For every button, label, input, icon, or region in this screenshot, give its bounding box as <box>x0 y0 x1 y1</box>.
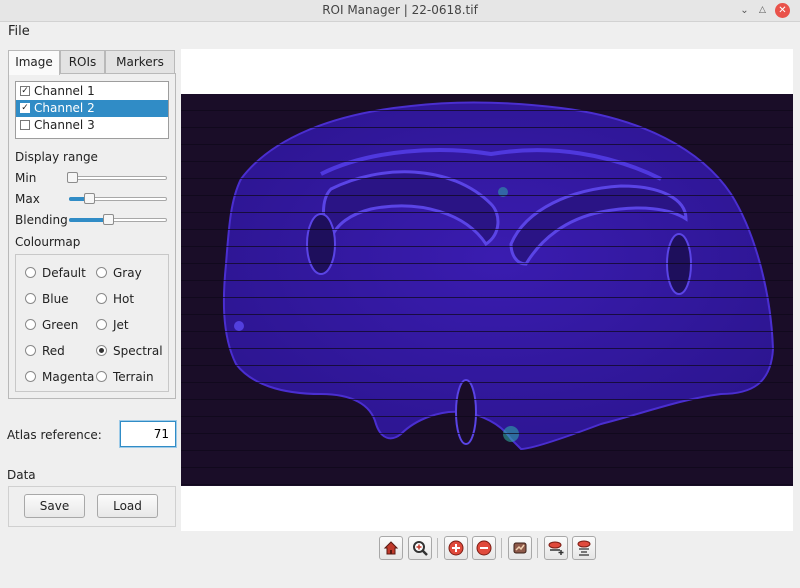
tab-markers[interactable]: Markers <box>105 50 175 74</box>
radio-label: Gray <box>113 266 142 280</box>
brain-section-svg <box>181 94 793 486</box>
tab-rois[interactable]: ROIs <box>60 50 105 74</box>
menu-file[interactable]: File <box>8 24 30 39</box>
radio-label: Magenta <box>42 370 95 384</box>
max-label: Max <box>15 192 40 206</box>
save-button[interactable]: Save <box>24 494 85 518</box>
channel-item-2[interactable]: ✓ Channel 2 <box>16 100 168 117</box>
zoom-in-button[interactable] <box>444 536 468 560</box>
radio-label: Default <box>42 266 86 280</box>
radio-label: Jet <box>113 318 129 332</box>
radio-dot <box>25 267 36 278</box>
radio-label: Blue <box>42 292 69 306</box>
radio-label: Green <box>42 318 79 332</box>
min-label: Min <box>15 171 37 185</box>
image-canvas[interactable] <box>181 49 793 531</box>
radio-label: Hot <box>113 292 135 306</box>
atlas-reference-label: Atlas reference: <box>7 428 102 442</box>
data-heading: Data <box>7 468 36 482</box>
home-button[interactable] <box>379 536 403 560</box>
channel-item-label: Channel 3 <box>34 118 95 132</box>
min-slider[interactable] <box>66 172 167 183</box>
close-icon[interactable]: ✕ <box>775 3 790 18</box>
zoom-to-rect-button[interactable] <box>408 536 432 560</box>
menu-bar: File <box>0 22 800 42</box>
zoom-out-button[interactable] <box>472 536 496 560</box>
colourmap-heading: Colourmap <box>15 235 81 249</box>
toolbar-separator <box>501 538 502 558</box>
radio-dot <box>25 319 36 330</box>
add-roi-button[interactable] <box>544 536 568 560</box>
maximize-icon[interactable]: △ <box>755 3 770 18</box>
radio-label: Spectral <box>113 344 163 358</box>
add-roi-icon <box>548 541 564 555</box>
max-slider[interactable] <box>69 193 167 204</box>
load-button[interactable]: Load <box>97 494 158 518</box>
channel-2-checkbox[interactable]: ✓ <box>20 103 30 113</box>
channel-item-1[interactable]: ✓ Channel 1 <box>16 83 168 100</box>
blending-label: Blending <box>15 213 68 227</box>
channel-item-3[interactable]: Channel 3 <box>16 117 168 134</box>
zoom-in-icon <box>448 540 464 556</box>
zoom-to-rect-icon <box>413 541 428 556</box>
toolbar-separator <box>437 538 438 558</box>
radio-dot <box>25 345 36 356</box>
slider-groove <box>69 176 167 180</box>
slider-handle[interactable] <box>83 193 95 204</box>
blending-slider[interactable] <box>69 214 167 225</box>
channel-3-checkbox[interactable] <box>20 120 30 130</box>
window-title: ROI Manager | 22-0618.tif <box>322 3 478 17</box>
radio-dot <box>25 371 36 382</box>
zoom-out-icon <box>476 540 492 556</box>
remove-roi-icon <box>577 540 591 556</box>
radio-dot <box>96 319 107 330</box>
slider-handle[interactable] <box>66 172 78 183</box>
title-bar: ROI Manager | 22-0618.tif ⌄ △ ✕ <box>0 0 800 22</box>
data-group: Save Load <box>8 486 176 527</box>
minimize-icon[interactable]: ⌄ <box>737 3 752 18</box>
radio-dot <box>25 293 36 304</box>
channel-item-label: Channel 2 <box>34 101 95 115</box>
channel-item-label: Channel 1 <box>34 84 95 98</box>
radio-label: Terrain <box>113 370 154 384</box>
radio-dot <box>96 371 107 382</box>
brain-section-image[interactable] <box>181 94 793 486</box>
colourmap-group: Default Gray Blue Hot Green Jet Red Spec… <box>15 254 169 392</box>
radio-dot <box>96 293 107 304</box>
toolbar-separator <box>537 538 538 558</box>
channel-1-checkbox[interactable]: ✓ <box>20 86 30 96</box>
tab-image[interactable]: Image <box>8 50 60 75</box>
channel-list[interactable]: ✓ Channel 1 ✓ Channel 2 Channel 3 <box>15 81 169 139</box>
slider-handle[interactable] <box>103 214 115 225</box>
pan-icon <box>513 542 527 554</box>
remove-roi-button[interactable] <box>572 536 596 560</box>
navigation-toolbar <box>379 536 601 562</box>
pan-button[interactable] <box>508 536 532 560</box>
display-range-heading: Display range <box>15 150 98 164</box>
image-tab-panel: ✓ Channel 1 ✓ Channel 2 Channel 3 Displa… <box>8 73 176 399</box>
radio-dot <box>96 345 107 356</box>
radio-dot <box>96 267 107 278</box>
home-icon <box>383 541 399 555</box>
atlas-reference-input[interactable] <box>120 421 176 447</box>
radio-label: Red <box>42 344 65 358</box>
